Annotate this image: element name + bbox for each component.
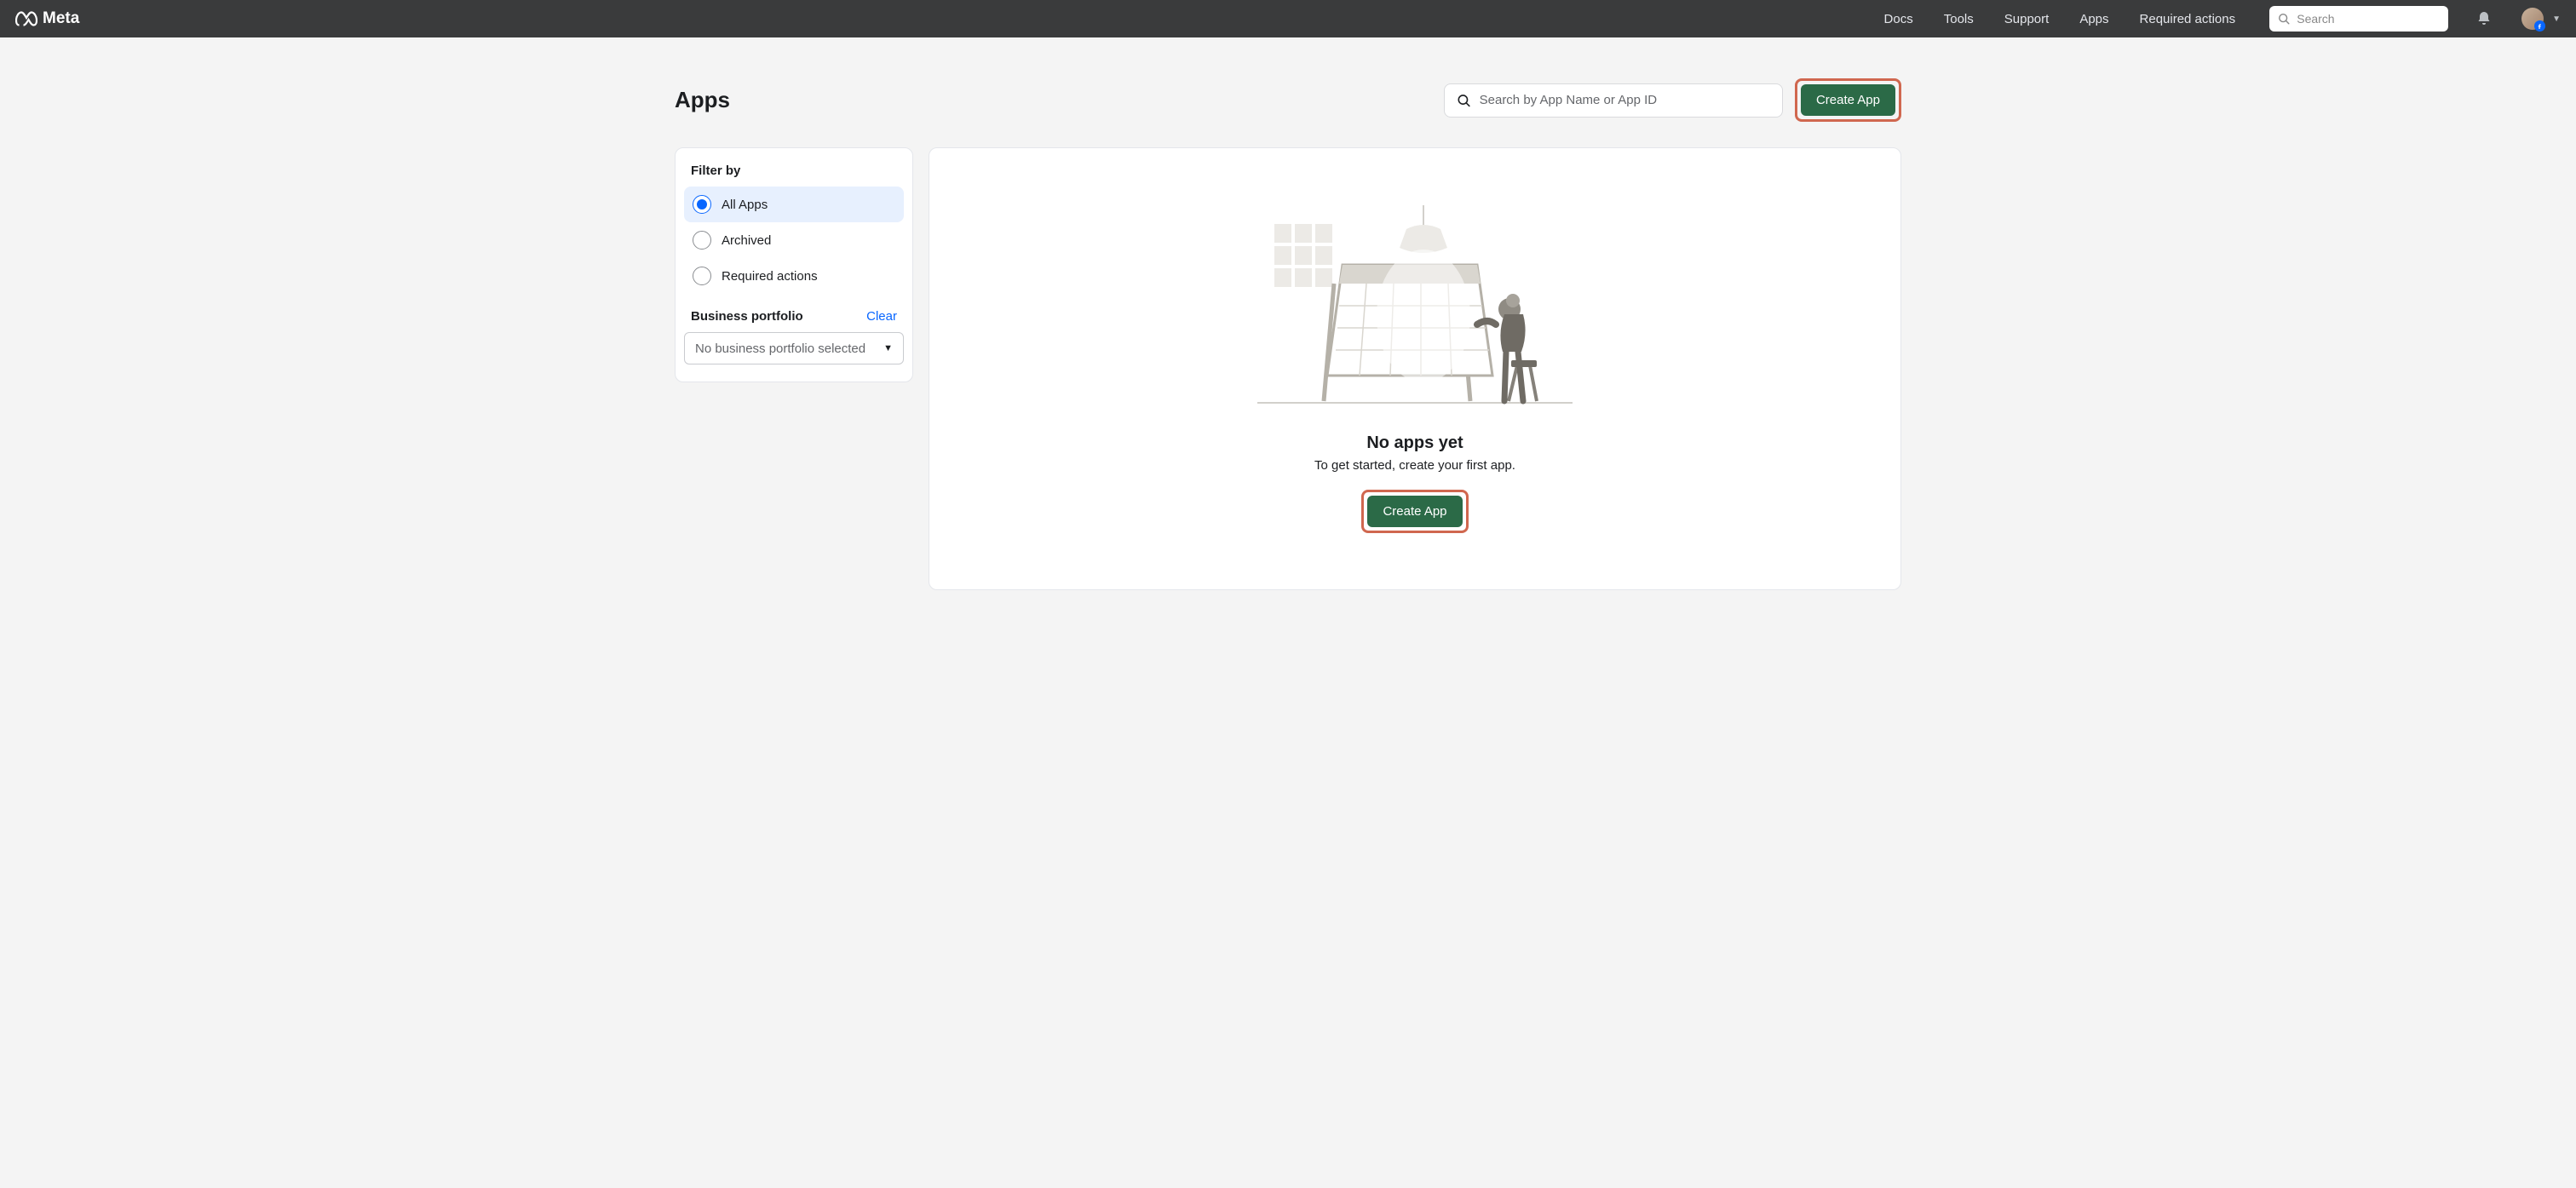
nav-tools[interactable]: Tools — [1944, 12, 1974, 26]
select-text: No business portfolio selected — [695, 341, 865, 356]
account-menu[interactable]: ▼ — [2521, 8, 2561, 30]
create-app-button[interactable]: Create App — [1367, 496, 1462, 527]
columns: Filter by All Apps Archived Required act… — [675, 147, 1901, 590]
chevron-down-icon: ▼ — [883, 343, 893, 353]
filter-label: Required actions — [722, 269, 818, 284]
chevron-down-icon: ▼ — [2552, 14, 2561, 24]
annotation-highlight: Create App — [1361, 490, 1468, 533]
meta-infinity-icon — [15, 11, 37, 26]
nav-required-actions[interactable]: Required actions — [2140, 12, 2236, 26]
brand-logo[interactable]: Meta — [15, 9, 79, 28]
empty-state-illustration — [1257, 205, 1573, 410]
nav-support[interactable]: Support — [2004, 12, 2050, 26]
filter-required-actions[interactable]: Required actions — [684, 258, 904, 294]
annotation-highlight: Create App — [1795, 78, 1901, 122]
filter-all-apps[interactable]: All Apps — [684, 187, 904, 222]
business-portfolio-header: Business portfolio Clear — [684, 294, 904, 332]
business-portfolio-title: Business portfolio — [691, 309, 803, 324]
notifications-button[interactable] — [2475, 10, 2493, 27]
page-header-actions: Create App — [1444, 78, 1901, 122]
create-app-button[interactable]: Create App — [1801, 84, 1895, 116]
search-icon — [1457, 93, 1471, 108]
main-panel: No apps yet To get started, create your … — [929, 147, 1901, 590]
page-title: Apps — [675, 87, 730, 113]
clear-link[interactable]: Clear — [866, 309, 897, 324]
app-search[interactable] — [1444, 83, 1783, 118]
facebook-badge-icon — [2534, 20, 2545, 32]
filter-sidebar: Filter by All Apps Archived Required act… — [675, 147, 913, 382]
radio-icon — [693, 195, 711, 214]
empty-state-text: To get started, create your first app. — [1314, 458, 1515, 473]
nav-apps[interactable]: Apps — [2079, 12, 2108, 26]
business-portfolio-select[interactable]: No business portfolio selected ▼ — [684, 332, 904, 364]
brand-name: Meta — [43, 9, 79, 28]
filter-label: All Apps — [722, 198, 768, 212]
nav-links: Docs Tools Support Apps Required actions — [1884, 12, 2236, 26]
global-search-input[interactable] — [2297, 12, 2440, 26]
app-search-input[interactable] — [1480, 93, 1770, 107]
filter-label: Archived — [722, 233, 771, 248]
radio-icon — [693, 267, 711, 285]
filter-title: Filter by — [684, 164, 904, 187]
search-icon — [2278, 12, 2290, 26]
global-search[interactable] — [2269, 6, 2448, 32]
nav-docs[interactable]: Docs — [1884, 12, 1913, 26]
avatar — [2521, 8, 2544, 30]
top-header: Meta Docs Tools Support Apps Required ac… — [0, 0, 2576, 37]
page-header: Apps Create App — [675, 78, 1901, 122]
radio-icon — [693, 231, 711, 250]
empty-state-title: No apps yet — [1366, 433, 1463, 453]
bell-icon — [2475, 10, 2493, 27]
page-body: Apps Create App Filter by All Apps — [632, 37, 1944, 631]
filter-archived[interactable]: Archived — [684, 222, 904, 258]
